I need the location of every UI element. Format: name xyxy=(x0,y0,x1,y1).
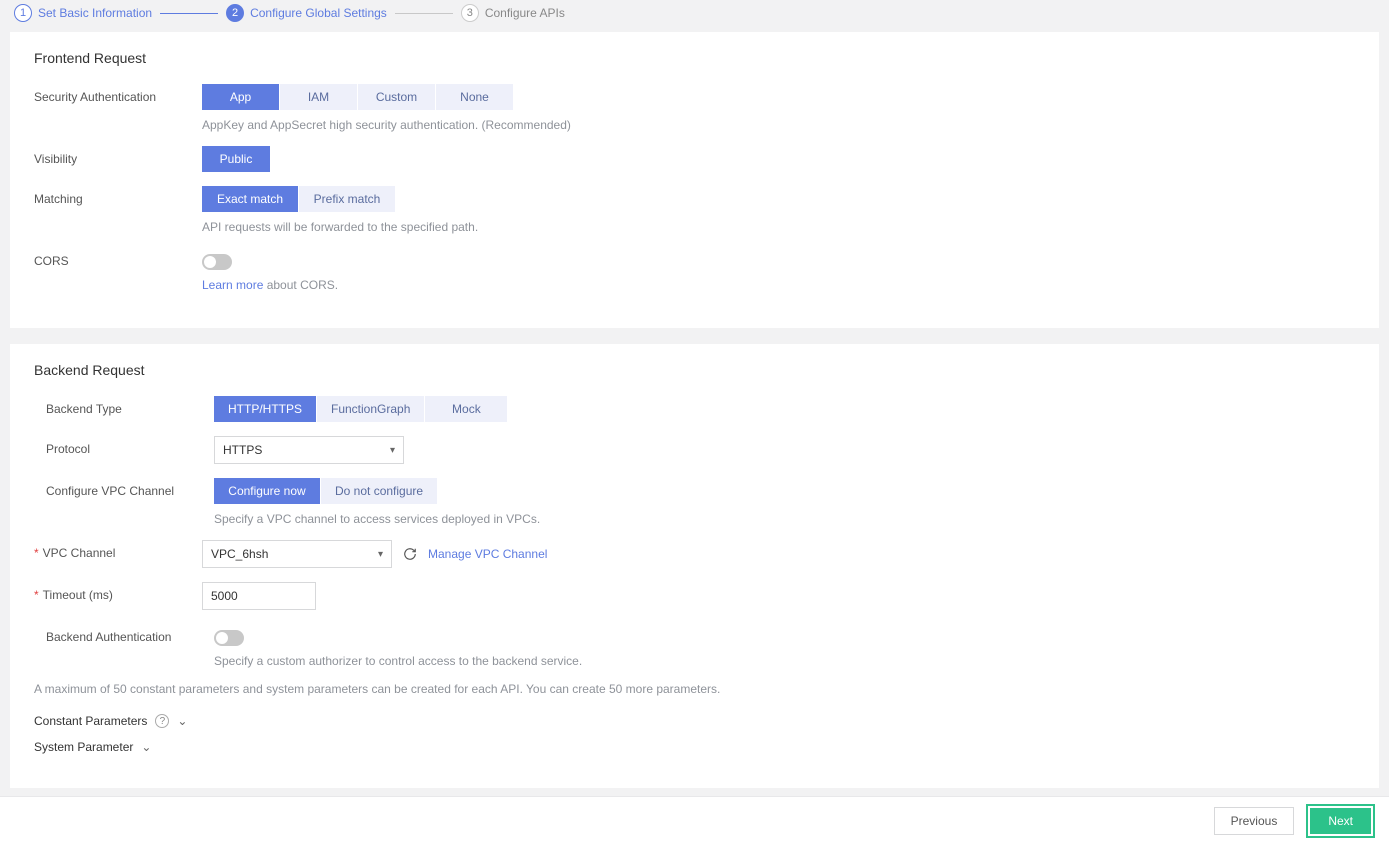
security-auth-custom[interactable]: Custom xyxy=(358,84,435,110)
required-asterisk: * xyxy=(34,546,39,560)
security-auth-iam[interactable]: IAM xyxy=(280,84,357,110)
step-configure-apis[interactable]: 3 Configure APIs xyxy=(461,4,565,22)
protocol-label: Protocol xyxy=(46,436,214,456)
step-number-3: 3 xyxy=(461,4,479,22)
timeout-label-text: Timeout (ms) xyxy=(43,588,113,602)
manage-vpc-channel-link[interactable]: Manage VPC Channel xyxy=(428,547,547,561)
protocol-value: HTTPS xyxy=(223,443,262,457)
backend-request-panel: Backend Request Backend Type HTTP/HTTPS … xyxy=(10,344,1379,788)
step-label: Configure Global Settings xyxy=(250,6,387,20)
cors-about-text: about CORS. xyxy=(263,278,338,292)
chevron-down-icon: ▾ xyxy=(390,445,395,456)
security-auth-segment: App IAM Custom None xyxy=(202,84,1355,110)
params-limit-note: A maximum of 50 constant parameters and … xyxy=(34,682,1355,696)
frontend-request-title: Frontend Request xyxy=(34,50,1355,66)
security-auth-none[interactable]: None xyxy=(436,84,513,110)
protocol-select[interactable]: HTTPS ▾ xyxy=(214,436,404,464)
step-label: Configure APIs xyxy=(485,6,565,20)
vpc-channel-label: * VPC Channel xyxy=(34,540,202,560)
backend-type-functiongraph[interactable]: FunctionGraph xyxy=(317,396,424,422)
system-parameter-section[interactable]: System Parameter ⌄ xyxy=(34,740,1355,754)
chevron-down-icon: ⌄ xyxy=(177,714,187,728)
matching-prefix[interactable]: Prefix match xyxy=(299,186,395,212)
security-auth-help: AppKey and AppSecret high security authe… xyxy=(202,118,1355,132)
backend-type-http[interactable]: HTTP/HTTPS xyxy=(214,396,316,422)
security-auth-label: Security Authentication xyxy=(34,84,202,104)
backend-type-label: Backend Type xyxy=(46,396,214,416)
panel-gap xyxy=(10,336,1379,344)
matching-exact[interactable]: Exact match xyxy=(202,186,298,212)
previous-button[interactable]: Previous xyxy=(1214,807,1295,835)
security-auth-app[interactable]: App xyxy=(202,84,279,110)
matching-help: API requests will be forwarded to the sp… xyxy=(202,220,1355,234)
matching-label: Matching xyxy=(34,186,202,206)
timeout-label: * Timeout (ms) xyxy=(34,582,202,602)
constant-parameters-label: Constant Parameters xyxy=(34,714,147,728)
backend-auth-help: Specify a custom authorizer to control a… xyxy=(214,654,1355,668)
step-label: Set Basic Information xyxy=(38,6,152,20)
system-parameter-label: System Parameter xyxy=(34,740,133,754)
vpc-channel-select[interactable]: VPC_6hsh ▾ xyxy=(202,540,392,568)
chevron-down-icon: ⌄ xyxy=(141,740,151,754)
step-connector xyxy=(395,13,453,14)
backend-auth-toggle[interactable] xyxy=(214,630,244,646)
constant-parameters-section[interactable]: Constant Parameters ? ⌄ xyxy=(34,714,1355,728)
configure-vpc-label: Configure VPC Channel xyxy=(46,478,214,498)
step-connector xyxy=(160,13,218,14)
frontend-request-panel: Frontend Request Security Authentication… xyxy=(10,32,1379,328)
step-number-2: 2 xyxy=(226,4,244,22)
cors-help: Learn more about CORS. xyxy=(202,278,1355,292)
vpc-channel-label-text: VPC Channel xyxy=(43,546,116,560)
wizard-stepper: 1 Set Basic Information 2 Configure Glob… xyxy=(0,0,1389,32)
next-button-highlight: Next xyxy=(1306,804,1375,838)
cors-label: CORS xyxy=(34,248,202,268)
vpc-do-not-configure[interactable]: Do not configure xyxy=(321,478,437,504)
vpc-channel-value: VPC_6hsh xyxy=(211,547,268,561)
step-basic-info[interactable]: 1 Set Basic Information xyxy=(14,4,152,22)
vpc-cfg-help: Specify a VPC channel to access services… xyxy=(214,512,1355,526)
step-number-1: 1 xyxy=(14,4,32,22)
visibility-label: Visibility xyxy=(34,146,202,166)
backend-auth-label: Backend Authentication xyxy=(46,624,214,644)
cors-toggle[interactable] xyxy=(202,254,232,270)
cors-learn-more-link[interactable]: Learn more xyxy=(202,278,263,292)
backend-type-mock[interactable]: Mock xyxy=(425,396,507,422)
step-global-settings[interactable]: 2 Configure Global Settings xyxy=(226,4,387,22)
help-icon[interactable]: ? xyxy=(155,714,169,728)
required-asterisk: * xyxy=(34,588,39,602)
wizard-footer: Previous Next xyxy=(0,796,1389,844)
chevron-down-icon: ▾ xyxy=(378,549,383,560)
backend-request-title: Backend Request xyxy=(34,362,1355,378)
timeout-input[interactable] xyxy=(202,582,316,610)
refresh-icon[interactable] xyxy=(402,546,418,562)
vpc-configure-now[interactable]: Configure now xyxy=(214,478,320,504)
next-button[interactable]: Next xyxy=(1310,808,1371,834)
visibility-public[interactable]: Public xyxy=(202,146,270,172)
